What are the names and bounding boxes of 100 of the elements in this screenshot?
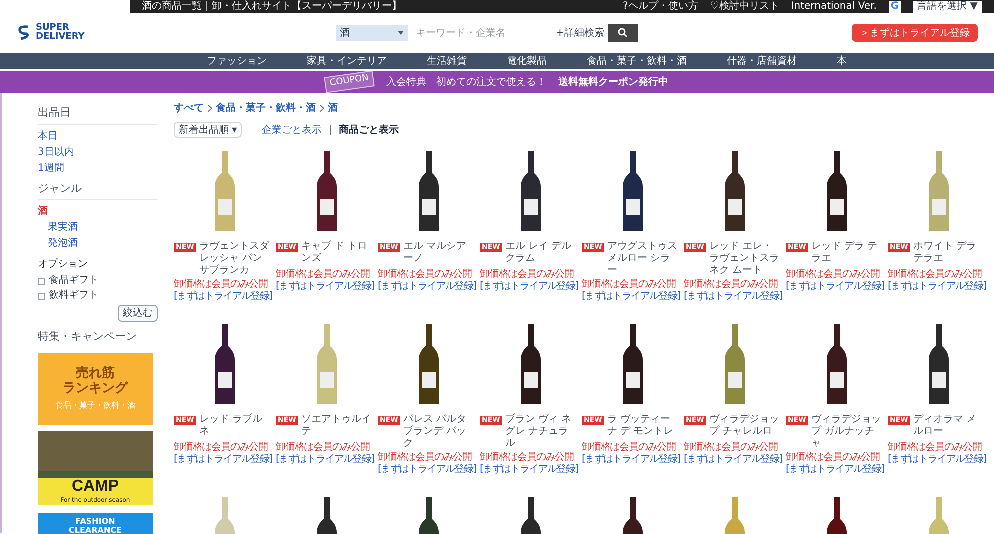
section-title: 出品日 <box>38 105 158 124</box>
advanced-search-link[interactable]: +詳細検索 <box>556 26 604 40</box>
price-note: 卸価格は会員のみ公開 <box>786 269 880 280</box>
price-note: 卸価格は会員のみ公開 <box>888 269 982 280</box>
trial-link[interactable]: [まずはトライアル登録] <box>684 454 782 466</box>
trial-link[interactable]: [まずはトライアル登録] <box>276 454 374 466</box>
product-name[interactable]: ヴィラデジョップ ガルナッチャ <box>811 414 884 450</box>
nav-item[interactable]: 本 <box>837 54 847 68</box>
product-name[interactable]: レッド エレ・ラヴェントスラネク ムート <box>709 241 782 277</box>
checkbox-label: 食品ギフト <box>49 275 99 287</box>
wine-bottle-photo[interactable] <box>520 324 542 404</box>
product-name[interactable]: エル マルシアーノ <box>403 241 476 265</box>
nav-item[interactable]: 什器・店舗資材 <box>727 54 797 68</box>
wine-bottle-photo[interactable] <box>418 324 440 404</box>
filter-link[interactable]: 1週間 <box>38 162 158 174</box>
wine-bottle-photo[interactable] <box>418 151 440 231</box>
product-name[interactable]: レッド デラ テラエ <box>811 241 884 265</box>
filter-link[interactable]: 3日以内 <box>38 146 158 158</box>
trial-link[interactable]: [まずはトライアル登録] <box>480 464 578 476</box>
wine-bottle-photo[interactable] <box>622 151 644 231</box>
header-link[interactable]: ?ヘルプ・使い方 <box>623 0 698 13</box>
search-button[interactable] <box>608 24 638 42</box>
price-note: 卸価格は会員のみ公開 <box>276 269 370 280</box>
trial-link[interactable]: [まずはトライアル登録] <box>276 281 374 293</box>
wine-bottle-photo[interactable] <box>622 324 644 404</box>
header-link[interactable]: ♡検討中リスト <box>710 0 780 13</box>
price-note: 卸価格は会員のみ公開 <box>174 442 268 454</box>
price-note: 卸価格は会員のみ公開 <box>480 452 574 464</box>
trial-link[interactable]: [まずはトライアル登録] <box>888 281 986 293</box>
wine-bottle-photo[interactable] <box>826 324 848 404</box>
wine-bottle-photo[interactable] <box>724 151 746 231</box>
breadcrumb-link[interactable]: 酒 <box>328 101 338 116</box>
banner-text: ランキング <box>63 380 128 396</box>
search-field[interactable]: キーワード・企業名 <box>412 25 552 41</box>
product-name[interactable]: ラ ヴッティーナ デ モントレ <box>607 414 680 438</box>
price-note: 卸価格は会員のみ公開 <box>786 452 880 464</box>
search-icon <box>618 28 628 38</box>
trial-link[interactable]: [まずはトライアル登録] <box>684 291 782 303</box>
trial-link[interactable]: [まずはトライアル登録] <box>888 454 986 466</box>
product-name[interactable]: ホワイト デラテラエ <box>913 241 986 265</box>
filter-link[interactable]: 酒 <box>38 205 158 218</box>
trial-link[interactable]: [まずはトライアル登録] <box>480 281 578 293</box>
ranking-banner[interactable]: 売れ筋 ランキング 食品・菓子・飲料・酒 <box>38 352 153 424</box>
category-select[interactable]: 酒 <box>336 25 408 41</box>
filter-link[interactable]: 果実酒 <box>38 221 158 234</box>
wine-bottle-photo[interactable] <box>520 151 542 231</box>
section-title: ジャンル <box>38 180 158 200</box>
product-name[interactable]: キャブ ド トロンズ <box>301 241 374 265</box>
nav-item[interactable]: ファッション <box>207 54 267 68</box>
banner-subtext: 食品・菓子・飲料・酒 <box>56 400 136 412</box>
filter-link[interactable]: 発泡酒 <box>38 237 158 250</box>
breadcrumb-link[interactable]: すべて <box>174 101 204 116</box>
product-name[interactable]: レッド ラブルネ <box>199 414 272 438</box>
language-select[interactable]: 言語を選択 ▼ <box>913 0 982 12</box>
wine-bottle-photo[interactable] <box>826 151 848 231</box>
trial-button[interactable]: ＞まずはトライアル登録 <box>852 24 978 42</box>
product-name[interactable]: パレス バルタブランデ パック <box>403 414 476 450</box>
product-name[interactable]: ブラン ヴィ ネグレ ナチュラル <box>505 414 578 450</box>
trial-link[interactable]: [まずはトライアル登録] <box>786 464 884 476</box>
wine-bottle-photo[interactable] <box>928 324 950 404</box>
price-note: 卸価格は会員のみ公開 <box>888 442 982 454</box>
trial-link[interactable]: [まずはトライアル登録] <box>786 281 884 293</box>
trial-link[interactable]: [まずはトライアル登録] <box>582 454 680 466</box>
nav-item[interactable]: 食品・菓子・飲料・酒 <box>587 54 687 68</box>
banner-text: 売れ筋 <box>76 366 115 380</box>
price-note: 卸価格は会員のみ公開 <box>378 269 472 280</box>
sort-select[interactable]: 新着出品順 ▾ <box>174 122 242 138</box>
product-name[interactable]: アウグストゥスメルロー シラー <box>607 241 680 277</box>
nav-item[interactable]: 生活雑貨 <box>427 54 467 68</box>
product-name[interactable]: ソエアトゥルイテ <box>301 414 374 438</box>
header-link[interactable]: International Ver. <box>791 0 877 13</box>
product-name[interactable]: エル レイ デルクラム <box>505 241 578 265</box>
price-note: 卸価格は会員のみ公開 <box>684 279 778 290</box>
price-note: 卸価格は会員のみ公開 <box>174 279 268 290</box>
logo-text: DELIVERY <box>36 33 85 42</box>
product-name[interactable]: ラヴェントスダレッシャ パンサブランカ <box>199 241 272 277</box>
wine-bottle-photo[interactable] <box>316 151 338 231</box>
product-name[interactable]: ヴィラデジョップ チャレルロ <box>709 414 782 438</box>
trial-link[interactable]: [まずはトライアル登録] <box>174 454 272 466</box>
breadcrumb-link[interactable]: 食品・菓子・飲料・酒 <box>216 101 316 116</box>
checkbox[interactable] <box>38 278 45 284</box>
trial-link[interactable]: [まずはトライアル登録] <box>582 291 680 303</box>
trial-link[interactable]: [まずはトライアル登録] <box>378 281 476 293</box>
logo-icon <box>16 25 32 41</box>
checkbox[interactable] <box>38 292 45 300</box>
coupon-highlight: 送料無料クーポン発行中 <box>558 76 669 90</box>
language-icon: G <box>888 0 902 12</box>
trial-link[interactable]: [まずはトライアル登録] <box>174 291 272 303</box>
view-toggle[interactable]: 企業ごと表示 <box>262 122 322 138</box>
view-toggle[interactable]: 商品ごと表示 <box>339 122 400 138</box>
wine-bottle-photo[interactable] <box>214 324 236 404</box>
trial-link[interactable]: [まずはトライアル登録] <box>378 464 476 476</box>
filter-button[interactable]: 絞込む <box>118 305 158 322</box>
coupon-badge: COUPON <box>324 70 376 94</box>
campaign-title: 特集・キャンペーン <box>38 329 138 345</box>
nav-item[interactable]: 電化製品 <box>507 54 547 68</box>
nav-item[interactable]: 家具・インテリア <box>307 54 387 68</box>
filter-link[interactable]: 本日 <box>38 130 158 142</box>
product-name[interactable]: ディオラマ メルロー <box>913 414 986 438</box>
price-note: 卸価格は会員のみ公開 <box>582 279 676 290</box>
